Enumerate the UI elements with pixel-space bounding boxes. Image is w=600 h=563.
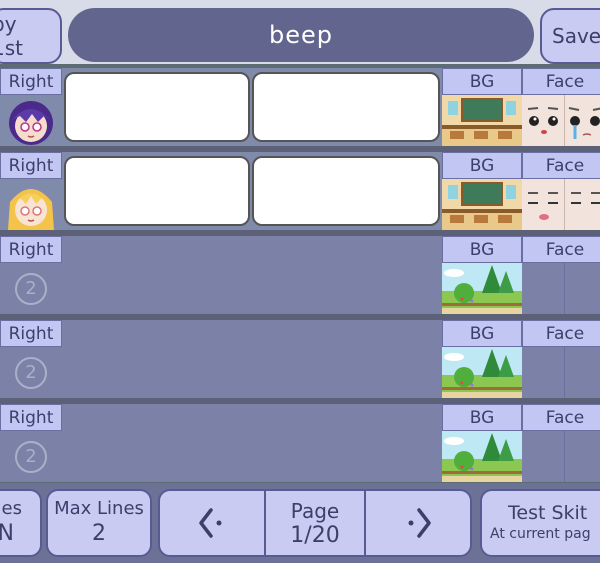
face-label: Face (522, 320, 600, 347)
skit-title-text: beep (269, 21, 333, 49)
position-toggle[interactable]: Right (0, 320, 62, 347)
face-expression-thumbnail[interactable] (522, 95, 600, 146)
slot-number-icon: 2 (15, 272, 47, 305)
partial-toggle-button[interactable]: es N (0, 489, 42, 557)
slot-number-icon: 2 (15, 440, 47, 473)
park-background-thumbnail[interactable] (442, 347, 522, 398)
bottom-toolbar: es N Max Lines 2 Page 1/20 Test Skit At … (0, 483, 600, 563)
face-label: Face (522, 236, 600, 263)
face-expression (522, 431, 565, 482)
dialogue-row: Right 2 BG Face (0, 320, 600, 398)
position-toggle[interactable]: Right (0, 68, 62, 95)
classroom-background-thumbnail[interactable] (442, 179, 522, 230)
save-label: Save (552, 24, 600, 48)
dialogue-text-box[interactable] (64, 72, 250, 142)
blonde-character-icon (8, 188, 54, 230)
max-lines-label: Max Lines (54, 498, 144, 519)
character-slot[interactable]: 2 (0, 347, 62, 398)
max-lines-value: 2 (92, 521, 106, 546)
face-expression (522, 179, 565, 230)
face-label: Face (522, 68, 600, 95)
chevron-right-dot-icon (408, 508, 431, 538)
park-background-thumbnail[interactable] (442, 263, 522, 314)
face-expression (565, 179, 600, 230)
page-label: Page (290, 498, 340, 523)
park-icon (442, 263, 522, 314)
partial-button-label: es (1, 498, 22, 519)
bg-label: BG (442, 236, 522, 263)
face-expression (522, 95, 565, 146)
position-toggle[interactable]: Right (0, 152, 62, 179)
dialogue-text-box[interactable] (252, 156, 440, 226)
character-slot[interactable]: 2 (0, 431, 62, 482)
copy-first-button[interactable]: py 1st (0, 8, 62, 64)
page-value: 1/20 (290, 522, 340, 548)
bg-label: BG (442, 68, 522, 95)
slot-number-icon: 2 (15, 356, 47, 389)
classroom-background-thumbnail[interactable] (442, 95, 522, 146)
next-page-button[interactable] (364, 491, 470, 555)
dialogue-row: Right 2 BG Face (0, 404, 600, 482)
position-toggle[interactable]: Right (0, 404, 62, 431)
page-navigator: Page 1/20 (158, 489, 472, 557)
save-button[interactable]: Save (540, 8, 600, 64)
bg-label: BG (442, 320, 522, 347)
dialogue-row: Right BG Face (0, 152, 600, 230)
sad-face-icon (568, 107, 600, 139)
test-skit-sublabel: At current pag (490, 526, 591, 542)
dialogue-text-box[interactable] (252, 72, 440, 142)
park-background-thumbnail[interactable] (442, 431, 522, 482)
dialogue-text-box[interactable] (64, 156, 250, 226)
bg-label: BG (442, 404, 522, 431)
skit-title[interactable]: beep (68, 8, 534, 62)
test-skit-button[interactable]: Test Skit At current pag (480, 489, 600, 557)
page-indicator: Page 1/20 (266, 491, 364, 555)
face-label: Face (522, 404, 600, 431)
face-expression (565, 263, 600, 314)
blank-face-icon (571, 192, 600, 204)
park-icon (442, 347, 522, 398)
character-avatar[interactable] (0, 95, 62, 146)
classroom-icon (442, 95, 522, 146)
face-expression-thumbnail[interactable] (522, 431, 600, 482)
face-expression (522, 347, 565, 398)
copy-first-label: py 1st (0, 12, 23, 60)
dialogue-row: Right BG Face (0, 68, 600, 146)
bg-label: BG (442, 152, 522, 179)
face-expression-thumbnail[interactable] (522, 347, 600, 398)
purple-hair-character-icon (9, 100, 53, 145)
position-toggle[interactable]: Right (0, 236, 62, 263)
partial-button-value: N (0, 521, 14, 546)
previous-page-button[interactable] (160, 491, 266, 555)
character-avatar[interactable] (0, 179, 62, 230)
face-expression (565, 431, 600, 482)
face-expression (565, 347, 600, 398)
face-expression (522, 263, 565, 314)
face-expression-thumbnail[interactable] (522, 263, 600, 314)
test-skit-label: Test Skit (508, 502, 588, 524)
chevron-left-dot-icon (199, 508, 222, 538)
face-label: Face (522, 152, 600, 179)
face-expression (565, 95, 600, 146)
classroom-icon (442, 179, 522, 230)
closed-eyes-face-icon (528, 192, 558, 220)
park-icon (442, 431, 522, 482)
dialogue-row: Right 2 BG Face (0, 236, 600, 314)
character-slot[interactable]: 2 (0, 263, 62, 314)
max-lines-button[interactable]: Max Lines 2 (46, 489, 152, 557)
crying-face-icon (527, 107, 559, 134)
face-expression-thumbnail[interactable] (522, 179, 600, 230)
